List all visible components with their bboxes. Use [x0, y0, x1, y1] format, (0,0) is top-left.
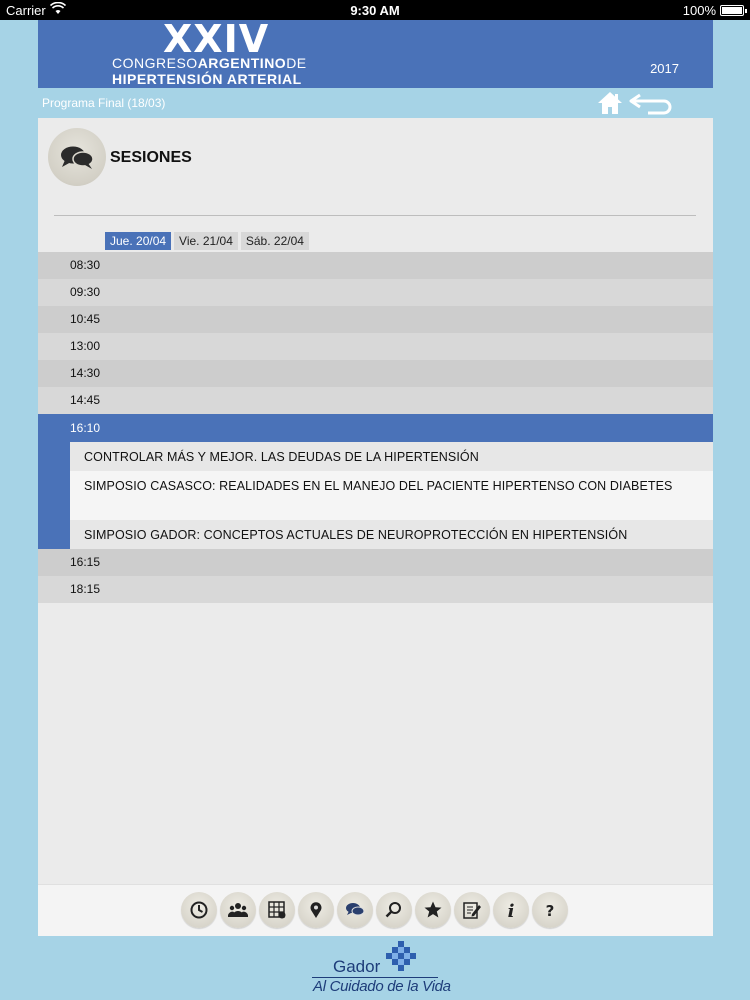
svg-text:?: ?	[546, 902, 555, 920]
brand-tagline: Al Cuidado de la Vida	[313, 978, 451, 995]
time-slot-row[interactable]: 09:30	[38, 279, 713, 306]
tab-jue-20-04[interactable]: Jue. 20/04	[105, 232, 172, 250]
back-arrow-icon[interactable]	[628, 92, 676, 116]
sub-nav: Programa Final (18/03)	[38, 88, 713, 118]
banner-year: 2017	[650, 61, 679, 76]
session-item[interactable]: CONTROLAR MÁS Y MEJOR. LAS DEUDAS DE LA …	[70, 442, 713, 471]
bottom-toolbar: i ?	[38, 884, 713, 936]
star-icon[interactable]	[415, 892, 451, 928]
brand-name: Gador	[333, 957, 381, 976]
divider	[54, 215, 696, 216]
schedule-list: 08:30 09:30 10:45 13:00 14:30 14:45 16:1…	[38, 252, 713, 603]
tab-vie-21-04[interactable]: Vie. 21/04	[174, 232, 238, 250]
time-slot-row[interactable]: 08:30	[38, 252, 713, 279]
banner-congreso: CONGRESO	[112, 55, 198, 71]
app-banner: XXIV CONGRESOARGENTINODE HIPERTENSIÓN AR…	[38, 20, 713, 88]
banner-line-1: CONGRESOARGENTINODE	[112, 55, 307, 71]
session-item[interactable]: SIMPOSIO CASASCO: REALIDADES EN EL MANEJ…	[70, 471, 713, 520]
time-slot-row[interactable]: 10:45	[38, 306, 713, 333]
info-icon[interactable]: i	[493, 892, 529, 928]
location-pin-icon[interactable]	[298, 892, 334, 928]
banner-line-2: HIPERTENSIÓN ARTERIAL	[112, 71, 302, 87]
home-icon[interactable]	[596, 90, 624, 116]
banner-de: DE	[286, 55, 307, 71]
time-slot-row[interactable]: 14:30	[38, 360, 713, 387]
time-slot-row[interactable]: 14:45	[38, 387, 713, 414]
session-item[interactable]: SIMPOSIO GADOR: CONCEPTOS ACTUALES DE NE…	[70, 520, 713, 549]
session-list: CONTROLAR MÁS Y MEJOR. LAS DEUDAS DE LA …	[38, 442, 713, 549]
gador-logo-mark	[385, 940, 417, 972]
people-icon[interactable]	[220, 892, 256, 928]
time-slot-row[interactable]: 18:15	[38, 576, 713, 603]
note-edit-icon[interactable]	[454, 892, 490, 928]
chat-bubbles-icon[interactable]	[337, 892, 373, 928]
page-title: SESIONES	[110, 149, 192, 166]
time-slot-row[interactable]: 13:00	[38, 333, 713, 360]
tab-sab-22-04[interactable]: Sáb. 22/04	[240, 232, 309, 250]
breadcrumb: Programa Final (18/03)	[42, 96, 166, 110]
day-tabs: Jue. 20/04 Vie. 21/04 Sáb. 22/04	[105, 232, 312, 250]
svg-text:i: i	[508, 901, 515, 920]
battery-icon	[720, 5, 747, 16]
clock-icon[interactable]	[181, 892, 217, 928]
search-icon[interactable]	[376, 892, 412, 928]
banner-argentino: ARGENTINO	[197, 55, 287, 71]
time-slot-row[interactable]: 16:15	[38, 549, 713, 576]
footer-logo: Gador Al Cuidado de la Vida	[0, 936, 750, 1000]
calendar-grid-icon[interactable]	[259, 892, 295, 928]
battery-percent: 100%	[682, 3, 716, 18]
status-bar: Carrier 9:30 AM 100%	[0, 0, 750, 20]
chat-bubbles-icon	[48, 128, 106, 186]
time-slot-row-expanded[interactable]: 16:10	[38, 414, 713, 442]
clock-time: 9:30 AM	[350, 3, 400, 18]
edition-number: XXIV	[163, 17, 270, 61]
main-panel: SESIONES Jue. 20/04 Vie. 21/04 Sáb. 22/0…	[38, 118, 713, 936]
help-icon[interactable]: ?	[532, 892, 568, 928]
